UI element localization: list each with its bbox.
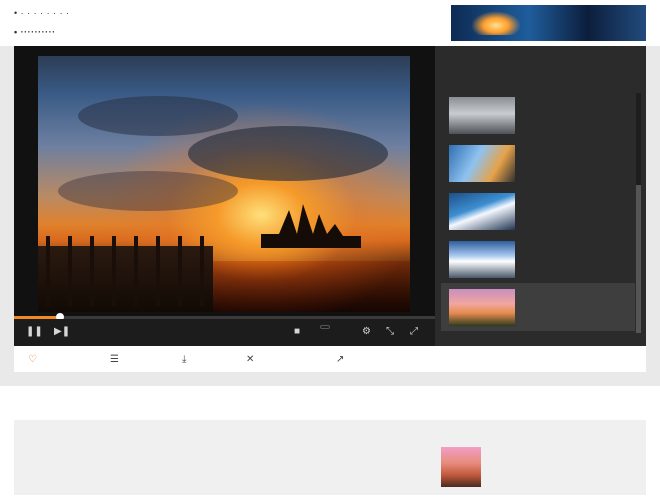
thumbnail <box>449 193 515 230</box>
pier-post <box>156 236 160 306</box>
cloud-shape <box>58 171 238 211</box>
favorite-button[interactable]: ♡ <box>28 354 40 365</box>
pier-post <box>134 236 138 306</box>
page-header: • · · · · · · · · • ·········· <box>0 0 660 46</box>
expand-icon[interactable]: ⤡ <box>386 326 394 338</box>
playlist-item[interactable] <box>441 235 635 283</box>
thumbnail <box>449 145 515 182</box>
playlist-item[interactable] <box>441 139 635 187</box>
action-bar: ♡ ☰ ⤓ ✕ ↗ <box>14 346 646 372</box>
pier-post <box>112 236 116 306</box>
video-info-box <box>14 420 646 495</box>
link-icon: ↗ <box>336 354 345 365</box>
playlist-item[interactable] <box>441 91 635 139</box>
related-thumbnail[interactable] <box>441 447 481 487</box>
pause-icon[interactable]: ❚❚ <box>26 326 43 338</box>
ad-banner[interactable] <box>451 5 646 41</box>
download-button[interactable]: ⤓ <box>182 354 189 365</box>
cloud-shape <box>188 126 388 181</box>
playlist-item-active[interactable] <box>441 283 635 331</box>
cloud-shape <box>78 96 238 136</box>
fullscreen-icon[interactable]: ⤢ <box>410 326 418 338</box>
ad-graphic <box>471 11 521 35</box>
pier-post <box>90 236 94 306</box>
share-icon: ✕ <box>246 354 255 365</box>
playlist-item[interactable] <box>441 187 635 235</box>
comment-icon: ☰ <box>110 354 119 365</box>
pier-post <box>200 236 204 306</box>
download-icon: ⤓ <box>182 354 187 365</box>
pier-post <box>46 236 50 306</box>
pier-post <box>68 236 72 306</box>
thumbnail <box>449 241 515 278</box>
video-player[interactable]: ❚❚ ▶❚ ■ ⚙ ⤡ ⤢ <box>14 46 435 346</box>
gear-icon[interactable]: ⚙ <box>362 326 371 338</box>
opera-house-silhouette <box>261 204 361 248</box>
share-button[interactable]: ✕ <box>246 354 257 365</box>
pier-post <box>178 236 182 306</box>
quality-selector[interactable] <box>320 325 330 329</box>
comment-button[interactable]: ☰ <box>110 354 122 365</box>
embed-button[interactable]: ↗ <box>336 354 347 365</box>
heart-icon: ♡ <box>28 354 37 365</box>
playlist-list <box>441 91 635 331</box>
video-frame[interactable] <box>38 56 410 312</box>
volume-icon[interactable]: ■ <box>294 326 300 338</box>
next-icon[interactable]: ▶❚ <box>54 326 70 338</box>
scrollbar-thumb[interactable] <box>636 185 641 333</box>
playlist-scrollbar[interactable] <box>636 93 641 333</box>
playlist-panel <box>435 46 646 346</box>
thumbnail <box>449 289 515 326</box>
breadcrumb[interactable]: • ·········· <box>14 27 56 37</box>
thumbnail <box>449 97 515 134</box>
player-controls: ❚❚ ▶❚ ■ ⚙ ⤡ ⤢ <box>14 319 435 346</box>
top-nav-line[interactable]: • · · · · · · · · <box>14 8 70 18</box>
pier-silhouette <box>38 236 213 312</box>
